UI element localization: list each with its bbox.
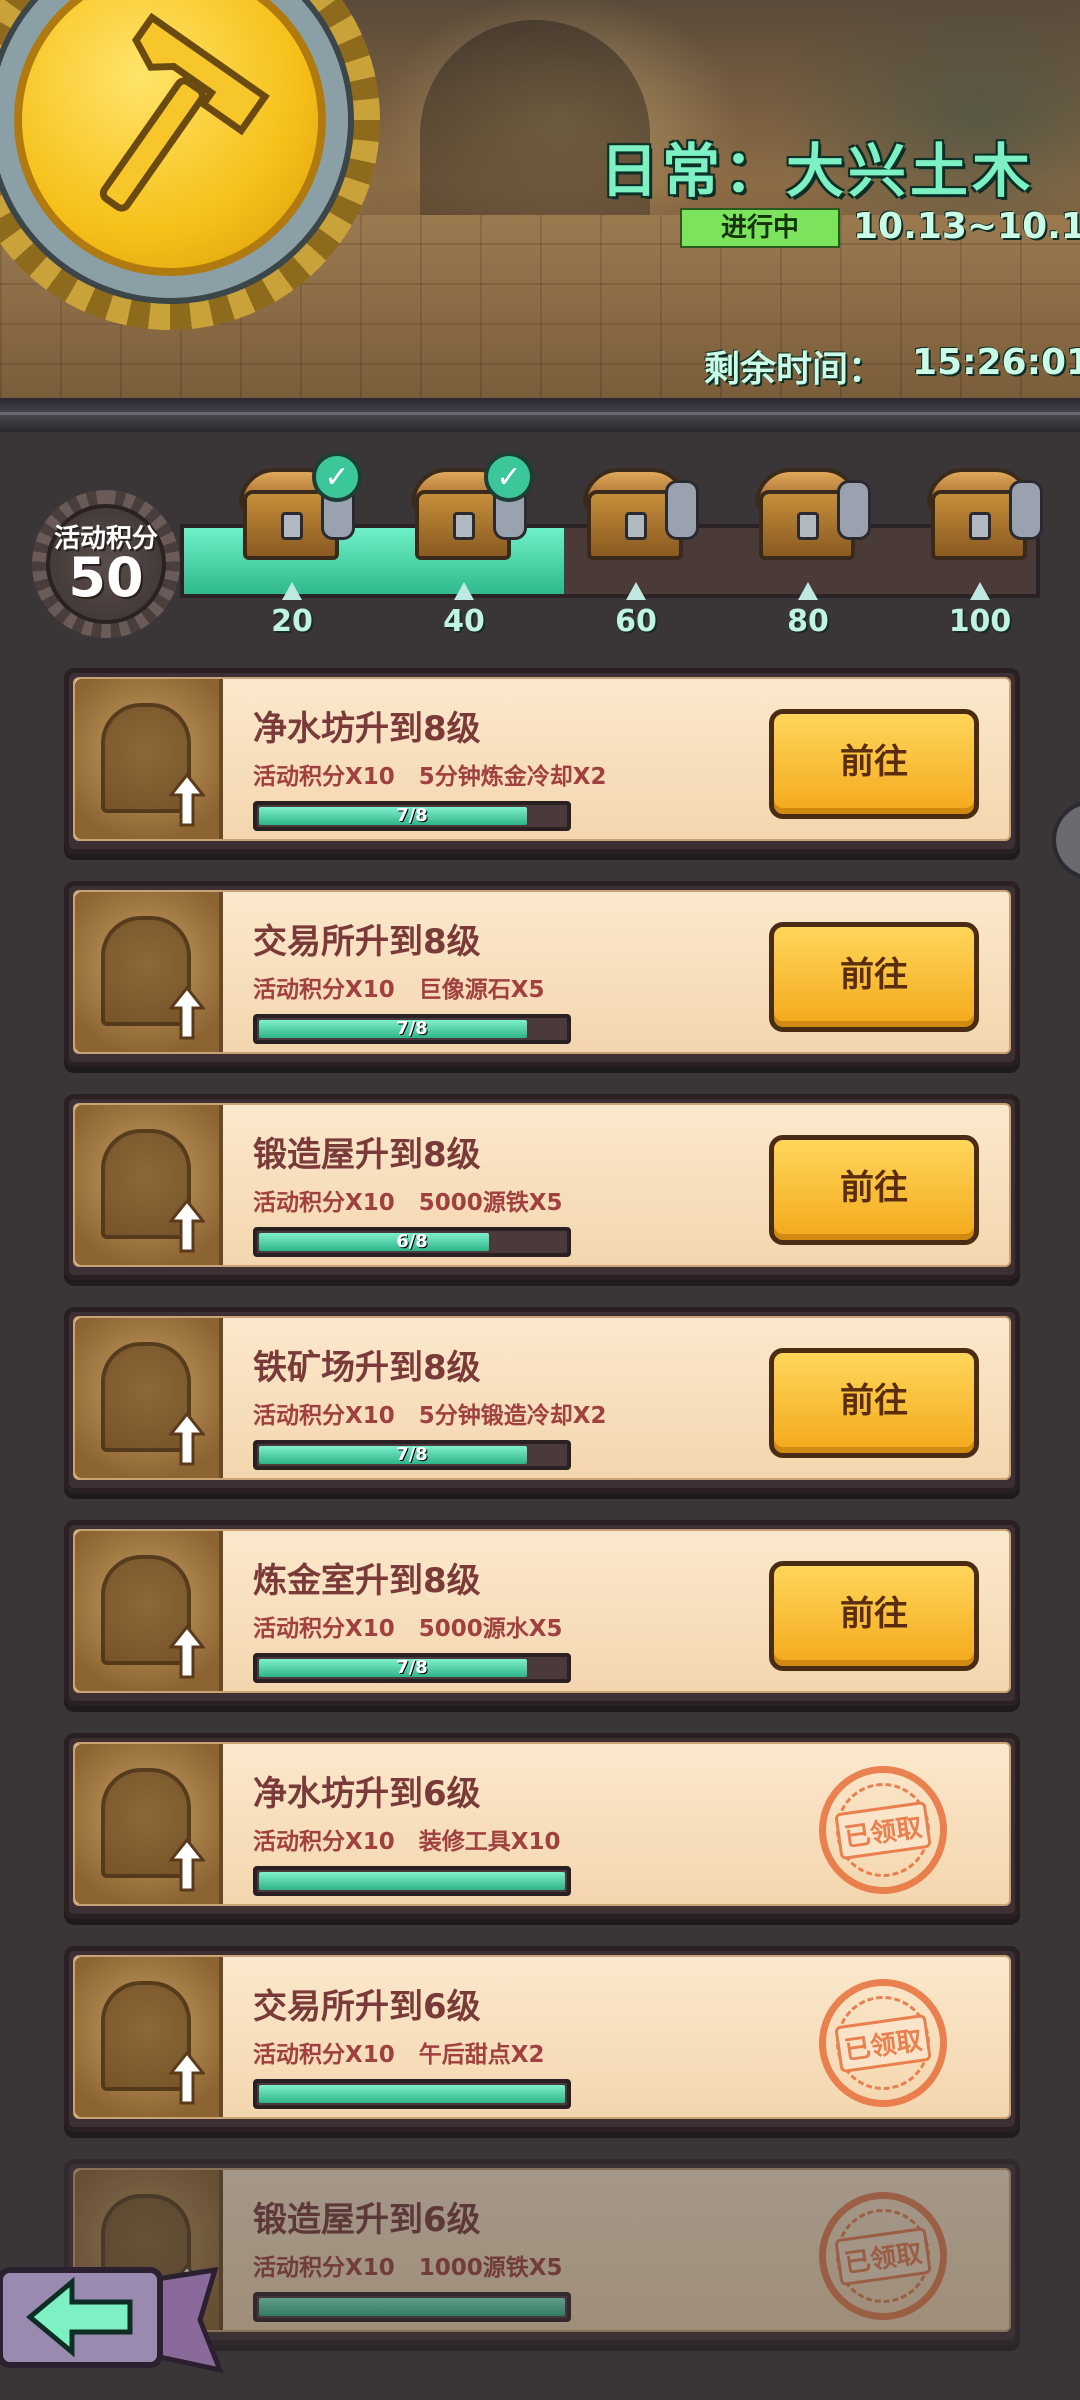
- building-icon: [75, 1531, 223, 1691]
- claimed-check-icon: ✓: [312, 452, 362, 502]
- task-reward: 活动积分X10 巨像源石X5: [253, 977, 545, 1003]
- back-button[interactable]: [0, 2250, 230, 2380]
- task-progress-text: 7/8: [396, 1444, 428, 1465]
- upgrade-arrow-icon: [169, 1838, 205, 1892]
- go-button[interactable]: 前往: [769, 1348, 979, 1458]
- task-progress-bar: [253, 1866, 571, 1896]
- go-button[interactable]: 前往: [769, 709, 979, 819]
- go-button[interactable]: 前往: [769, 1561, 979, 1671]
- claimed-stamp-icon: 已领取: [810, 1757, 956, 1903]
- milestone-label: 100: [948, 604, 1012, 639]
- task-reward: 活动积分X10 5000源水X5: [253, 1616, 563, 1642]
- banner-divider: [0, 398, 1080, 432]
- event-date-range: 10.13~10.14: [853, 206, 1080, 247]
- remaining-time-value: 15:26:01: [912, 342, 1080, 383]
- go-button[interactable]: 前往: [769, 1135, 979, 1245]
- task-progress-bar: 7/8: [253, 1653, 571, 1683]
- upgrade-arrow-icon: [169, 1412, 205, 1466]
- task-card: 净水坊升到8级活动积分X10 5分钟炼金冷却X2 7/8 前往: [64, 668, 1020, 854]
- task-title: 锻造屋升到8级: [253, 1135, 481, 1175]
- task-reward: 活动积分X10 装修工具X10: [253, 1829, 561, 1855]
- upgrade-arrow-icon: [169, 1199, 205, 1253]
- task-reward: 活动积分X10 5分钟炼金冷却X2: [253, 764, 607, 790]
- task-progress-text: 7/8: [396, 1657, 428, 1678]
- task-progress-bar: 7/8: [253, 1440, 571, 1470]
- task-progress-text: 7/8: [396, 1018, 428, 1039]
- hammer-coin-icon: [0, 0, 380, 330]
- side-drawer-tab[interactable]: [1052, 800, 1080, 880]
- milestone-label: 80: [787, 604, 829, 639]
- task-title: 炼金室升到8级: [253, 1561, 481, 1601]
- task-reward: 活动积分X10 午后甜点X2: [253, 2042, 545, 2068]
- task-reward: 活动积分X10 1000源铁X5: [253, 2255, 563, 2281]
- building-icon: [75, 1744, 223, 1904]
- back-arrow-icon: [0, 2266, 225, 2374]
- upgrade-arrow-icon: [169, 1625, 205, 1679]
- task-progress-fill: [259, 2298, 565, 2316]
- task-title: 交易所升到8级: [253, 922, 481, 962]
- task-title: 锻造屋升到6级: [253, 2200, 481, 2240]
- building-icon: [75, 1318, 223, 1478]
- task-progress-bar: 7/8: [253, 801, 571, 831]
- task-progress-bar: [253, 2292, 571, 2322]
- task-reward: 活动积分X10 5分钟锻造冷却X2: [253, 1403, 607, 1429]
- status-badge: 进行中: [680, 208, 840, 248]
- task-card: 炼金室升到8级活动积分X10 5000源水X5 7/8 前往: [64, 1520, 1020, 1706]
- task-progress-bar: 6/8: [253, 1227, 571, 1257]
- milestone-chest-100[interactable]: [925, 460, 1043, 570]
- task-card: 铁矿场升到8级活动积分X10 5分钟锻造冷却X2 7/8 前往: [64, 1307, 1020, 1493]
- points-value: 50: [68, 546, 144, 609]
- milestone-label: 20: [271, 604, 313, 639]
- milestone-label: 40: [443, 604, 485, 639]
- task-title: 铁矿场升到8级: [253, 1348, 481, 1388]
- milestone-tick: [454, 582, 474, 600]
- task-list: 净水坊升到8级 活动积分X10 5分钟炼金冷却X2 7/8 前往 交易所升到8级 活动积分…: [64, 668, 1020, 2372]
- milestone-chest-80[interactable]: [753, 460, 871, 570]
- event-title: 日常：大兴土木: [599, 137, 1034, 205]
- building-icon: [75, 1105, 223, 1265]
- task-progress-bar: 7/8: [253, 1014, 571, 1044]
- task-card: 交易所升到6级活动积分X10 午后甜点X2 已领取: [64, 1946, 1020, 2132]
- task-progress-text: 7/8: [396, 805, 428, 826]
- remaining-time-label: 剩余时间：: [704, 349, 885, 390]
- task-card: 交易所升到8级活动积分X10 巨像源石X5 7/8 前往: [64, 881, 1020, 1067]
- task-title: 净水坊升到6级: [253, 1774, 481, 1814]
- task-card: 净水坊升到6级活动积分X10 装修工具X10 已领取: [64, 1733, 1020, 1919]
- task-reward: 活动积分X10 5000源铁X5: [253, 1190, 563, 1216]
- milestone-tick: [970, 582, 990, 600]
- task-progress-fill: [259, 2085, 565, 2103]
- go-button[interactable]: 前往: [769, 922, 979, 1032]
- task-card: 锻造屋升到8级活动积分X10 5000源铁X5 6/8 前往: [64, 1094, 1020, 1280]
- building-icon: [75, 679, 223, 839]
- claimed-stamp-icon: 已领取: [810, 1970, 956, 2116]
- task-title: 净水坊升到8级: [253, 709, 481, 749]
- claimed-check-icon: ✓: [484, 452, 534, 502]
- event-banner: 日常：大兴土木 进行中 10.13~10.14 剩余时间： 15:26:01: [0, 0, 1080, 405]
- milestone-tick: [626, 582, 646, 600]
- building-icon: [75, 1957, 223, 2117]
- building-icon: [75, 892, 223, 1052]
- milestone-tick: [282, 582, 302, 600]
- task-progress-fill: [259, 1872, 565, 1890]
- points-progress-section: 活动积分 50 ✓ 20 ✓ 40 60 80 100: [0, 432, 1080, 652]
- claimed-stamp-icon: 已领取: [810, 2183, 956, 2329]
- upgrade-arrow-icon: [169, 2051, 205, 2105]
- milestone-label: 60: [615, 604, 657, 639]
- milestone-tick: [798, 582, 818, 600]
- upgrade-arrow-icon: [169, 773, 205, 827]
- task-progress-text: 6/8: [396, 1231, 428, 1252]
- upgrade-arrow-icon: [169, 986, 205, 1040]
- task-title: 交易所升到6级: [253, 1987, 481, 2027]
- milestone-chest-60[interactable]: [581, 460, 699, 570]
- task-progress-bar: [253, 2079, 571, 2109]
